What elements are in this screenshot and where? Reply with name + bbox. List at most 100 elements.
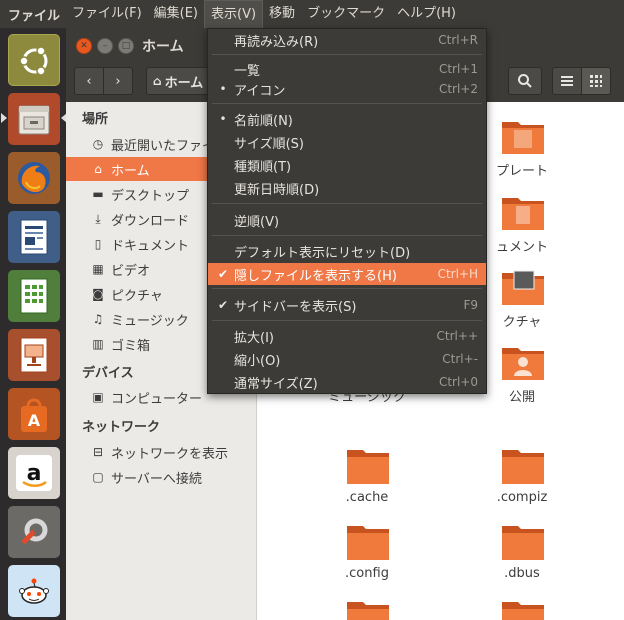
close-button[interactable]: ✕ bbox=[76, 38, 92, 54]
sidebar-item-label: ゴミ箱 bbox=[111, 338, 151, 354]
software-center-launcher-button[interactable]: A bbox=[8, 388, 60, 440]
checkmark-icon: ✔ bbox=[217, 298, 229, 312]
folder-dbus[interactable]: .dbus bbox=[462, 522, 582, 596]
grid-view-button[interactable] bbox=[581, 67, 611, 95]
folder-cache[interactable]: .cache bbox=[307, 446, 427, 520]
server-icon: ▢ bbox=[92, 470, 104, 484]
menu-item-list[interactable]: 一覧 Ctrl+1 bbox=[208, 58, 486, 80]
minimize-button[interactable]: – bbox=[97, 38, 113, 54]
search-button[interactable] bbox=[508, 67, 542, 95]
menu-edit[interactable]: 編集(E) bbox=[148, 0, 204, 28]
sidebar-item-label: ネットワークを表示 bbox=[111, 446, 229, 462]
menu-item-sort-size[interactable]: サイズ順(S) bbox=[208, 131, 486, 153]
folder-icon bbox=[347, 450, 389, 484]
menu-item-sort-modified[interactable]: 更新日時順(D) bbox=[208, 177, 486, 199]
ubuntu-logo-icon bbox=[9, 35, 61, 87]
home-icon: ⌂ bbox=[153, 74, 162, 88]
menu-item-show-sidebar[interactable]: ✔ サイドバーを表示(S) F9 bbox=[208, 294, 486, 316]
impress-launcher-button[interactable] bbox=[8, 329, 60, 381]
video-icon: ▦ bbox=[92, 262, 104, 276]
menu-item-label: 更新日時順(D) bbox=[234, 182, 320, 198]
folder-pictures-icon bbox=[502, 270, 544, 305]
list-view-icon bbox=[561, 76, 573, 86]
writer-launcher-button[interactable] bbox=[8, 211, 60, 263]
menu-separator bbox=[212, 320, 482, 321]
sidebar-item-connect-server[interactable]: ▢ サーバーへ接続 bbox=[66, 465, 256, 489]
folder-label: .compiz bbox=[496, 490, 548, 505]
launcher: A a bbox=[0, 28, 67, 620]
folder-compiz[interactable]: .compiz bbox=[462, 446, 582, 520]
folder-icon bbox=[347, 602, 389, 620]
menu-view[interactable]: 表示(V) bbox=[204, 0, 264, 28]
ubuntu-dash-button[interactable] bbox=[8, 34, 60, 86]
menu-separator bbox=[212, 54, 482, 55]
sidebar-item-browse-network[interactable]: ⊟ ネットワークを表示 bbox=[66, 440, 256, 464]
menu-help[interactable]: ヘルプ(H) bbox=[391, 0, 462, 28]
firefox-icon bbox=[8, 152, 60, 204]
menu-item-show-hidden-files[interactable]: ✔ 隠しファイルを表示する(H) Ctrl+H bbox=[208, 263, 486, 285]
calc-launcher-button[interactable] bbox=[8, 270, 60, 322]
list-view-button[interactable] bbox=[552, 67, 582, 95]
menu-item-label: サイズ順(S) bbox=[234, 136, 305, 152]
path-home-button[interactable]: ⌂ ホーム bbox=[146, 67, 216, 95]
menu-separator bbox=[212, 203, 482, 204]
clock-icon: ◷ bbox=[92, 137, 104, 151]
folder-icon bbox=[347, 526, 389, 560]
folder-icon bbox=[502, 526, 544, 560]
files-launcher-button[interactable] bbox=[8, 93, 60, 145]
menu-item-label: 拡大(I) bbox=[234, 330, 274, 346]
folder-icon bbox=[502, 602, 544, 620]
menu-go[interactable]: 移動 bbox=[263, 0, 301, 28]
camera-icon: ◙ bbox=[92, 287, 104, 301]
svg-text:a: a bbox=[27, 461, 42, 486]
sidebar-item-label: ドキュメント bbox=[111, 238, 190, 254]
firefox-launcher-button[interactable] bbox=[8, 152, 60, 204]
computer-icon: ▣ bbox=[92, 390, 104, 404]
menu-item-zoom-in[interactable]: 拡大(I) Ctrl++ bbox=[208, 325, 486, 347]
menu-item-accel: Ctrl+1 bbox=[438, 62, 478, 76]
menu-item-label: 縮小(O) bbox=[234, 353, 281, 369]
menu-item-sort-name[interactable]: • 名前順(N) bbox=[208, 108, 486, 130]
folder-icon bbox=[502, 450, 544, 484]
menu-item-reload[interactable]: 再読み込み(R) Ctrl+R bbox=[208, 29, 486, 51]
menu-item-accel: Ctrl+0 bbox=[438, 375, 478, 389]
places-header: 場所 bbox=[82, 112, 109, 127]
system-settings-launcher-button[interactable] bbox=[8, 506, 60, 558]
menu-item-icons[interactable]: • アイコン Ctrl+2 bbox=[208, 78, 486, 100]
menu-item-label: 隠しファイルを表示する(H) bbox=[234, 268, 397, 284]
menu-item-label: 再読み込み(R) bbox=[234, 34, 319, 50]
folder-label: .cache bbox=[345, 490, 389, 505]
folder-partial[interactable] bbox=[307, 598, 427, 620]
menu-separator bbox=[212, 288, 482, 289]
presentation-icon bbox=[8, 329, 60, 381]
menu-item-accel: Ctrl+2 bbox=[438, 82, 478, 96]
close-icon: ✕ bbox=[80, 40, 88, 51]
menu-item-reset-view[interactable]: デフォルト表示にリセット(D) bbox=[208, 240, 486, 262]
menu-item-label: アイコン bbox=[234, 83, 286, 99]
menu-item-zoom-out[interactable]: 縮小(O) Ctrl+- bbox=[208, 348, 486, 370]
menu-item-sort-type[interactable]: 種類順(T) bbox=[208, 154, 486, 176]
sidebar-item-label: サーバーへ接続 bbox=[111, 471, 202, 487]
document-icon: ▯ bbox=[94, 237, 102, 251]
amazon-logo-icon: a bbox=[8, 447, 60, 499]
amazon-launcher-button[interactable]: a bbox=[8, 447, 60, 499]
maximize-button[interactable]: □ bbox=[118, 38, 134, 54]
folder-config[interactable]: .config bbox=[307, 522, 427, 596]
forward-button[interactable]: › bbox=[103, 67, 133, 95]
view-menu-dropdown: 再読み込み(R) Ctrl+R 一覧 Ctrl+1 • アイコン Ctrl+2 • 名前順… bbox=[207, 28, 487, 394]
window-title: ホーム bbox=[142, 39, 184, 55]
reddit-launcher-button[interactable] bbox=[8, 565, 60, 617]
menu-item-label: 通常サイズ(Z) bbox=[234, 376, 318, 392]
home-icon: ⌂ bbox=[94, 162, 102, 176]
menu-bookmarks[interactable]: ブックマーク bbox=[301, 0, 391, 28]
menu-item-reverse-order[interactable]: 逆順(V) bbox=[208, 209, 486, 231]
grid-view-icon bbox=[590, 75, 602, 87]
back-button[interactable]: ‹ bbox=[74, 67, 104, 95]
sidebar-item-label: デスクトップ bbox=[111, 188, 190, 204]
folder-partial[interactable] bbox=[462, 598, 582, 620]
menu-item-label: デフォルト表示にリセット(D) bbox=[234, 245, 411, 261]
radio-dot-icon: • bbox=[219, 82, 227, 96]
music-icon: ♫ bbox=[92, 312, 104, 326]
menu-item-normal-size[interactable]: 通常サイズ(Z) Ctrl+0 bbox=[208, 371, 486, 393]
menu-file[interactable]: ファイル(F) bbox=[66, 0, 148, 28]
